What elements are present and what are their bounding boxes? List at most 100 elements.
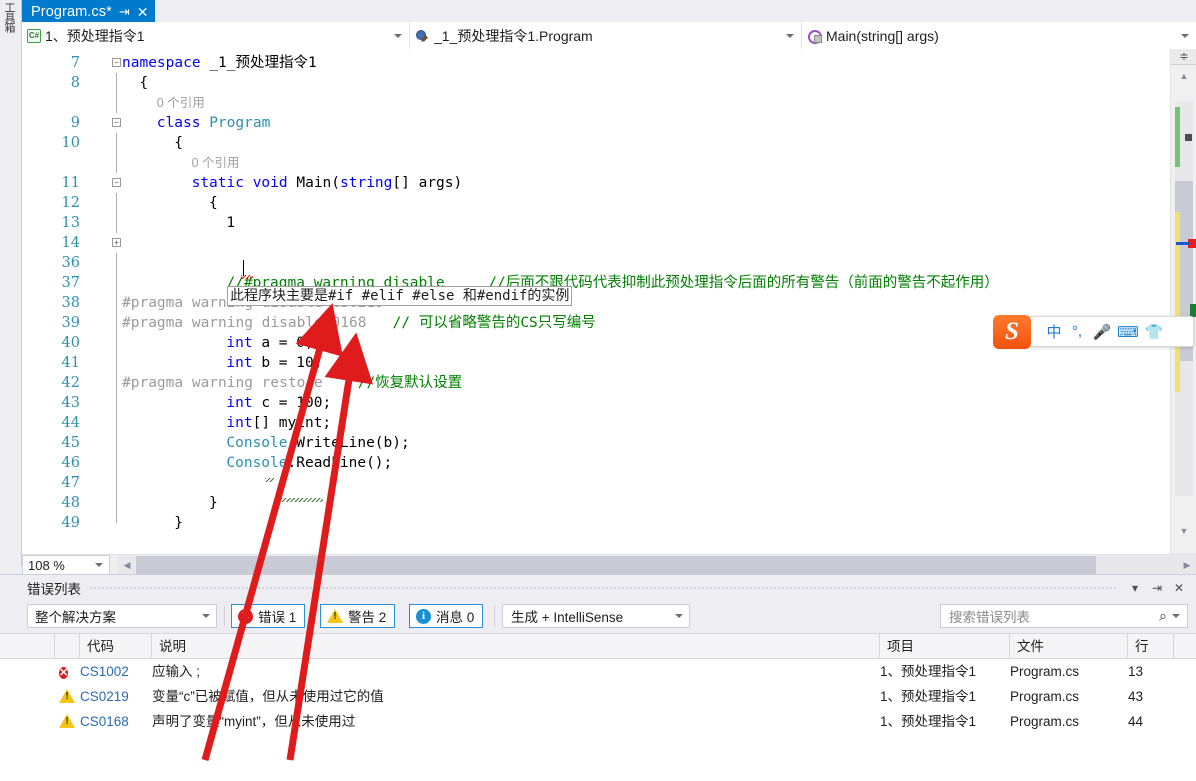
code-line[interactable]: int a = 0; (226, 333, 313, 353)
chevron-down-icon[interactable] (394, 33, 402, 38)
line-number: 43 (61, 395, 80, 411)
toolbox-strip[interactable]: 工具箱 (0, 0, 22, 566)
scope-filter-dropdown[interactable]: 整个解决方案 (27, 604, 217, 628)
chevron-down-icon[interactable] (786, 33, 794, 38)
code-line[interactable]: 0 个引用 (192, 153, 240, 173)
code-line[interactable]: { (209, 193, 218, 213)
info-icon: i (416, 608, 431, 624)
chevron-down-icon[interactable] (675, 614, 683, 618)
build-filter-dropdown[interactable]: 生成 + IntelliSense (502, 604, 690, 628)
cell-description: 应输入 ; (152, 664, 201, 679)
editor-split-handle[interactable]: ≑ (1171, 49, 1196, 65)
nav-member-dropdown[interactable]: Main(string[] args) (802, 22, 1196, 49)
pin-icon[interactable]: ⇥ (119, 5, 130, 18)
table-row[interactable]: ✕ CS1002 应输入 ; 1、预处理指令1 Program.cs 13 (0, 659, 1196, 684)
errors-toggle-button[interactable]: ✕ 错误 1 (231, 604, 306, 628)
outlining-guide (116, 333, 117, 353)
error-list-column-headers: 代码 说明 项目 文件行 (0, 634, 1196, 659)
collapsed-region-box[interactable]: 此程序块主要是#if #elif #else 和#endif的实例 (227, 286, 573, 306)
code-line[interactable]: 0 个引用 (157, 93, 205, 113)
search-icon[interactable]: ⌕ (1159, 608, 1167, 625)
column-header[interactable]: 说明 (152, 634, 880, 659)
error-list-panel: 错误列表 ▾ ⇥ ✕ 整个解决方案 ✕ 错误 1 警告 2 i 消息 0 (0, 574, 1196, 781)
code-line[interactable]: } (174, 513, 183, 533)
column-header[interactable]: 项目 (880, 634, 1010, 659)
code-line[interactable]: 1 (226, 213, 235, 233)
code-token: 0 个引用 (191, 156, 240, 170)
panel-menu-icon[interactable]: ▾ (1124, 577, 1146, 599)
column-header[interactable]: 代码 (80, 634, 152, 659)
collapse-icon[interactable]: − (112, 178, 121, 187)
code-line[interactable]: static void Main(string[] args) (192, 173, 463, 193)
code-line[interactable]: namespace _1_预处理指令1 (122, 53, 317, 73)
ime-punctuation-mode[interactable]: °, (1065, 323, 1089, 340)
ime-language-mode[interactable]: 中 (1043, 321, 1065, 342)
scroll-right-button[interactable]: ▶ (1178, 556, 1196, 574)
code-token: c = (252, 395, 297, 411)
chevron-down-icon[interactable] (95, 563, 103, 567)
table-row[interactable]: CS0219 变量“c”已被赋值，但从未使用过它的值 1、预处理指令1 Program… (0, 684, 1196, 709)
outlining-guide (116, 153, 117, 173)
code-token: string (340, 175, 393, 191)
cell-code: CS0219 (80, 689, 129, 704)
toolbox-label: 工具箱 (3, 2, 15, 32)
tab-program-cs[interactable]: Program.cs* ⇥ ✕ (22, 0, 155, 22)
messages-toggle-button[interactable]: i 消息 0 (409, 604, 484, 628)
collapse-icon[interactable]: − (112, 58, 121, 67)
column-header[interactable] (28, 634, 55, 659)
collapse-icon[interactable]: − (112, 118, 121, 127)
error-list-grid[interactable]: 代码 说明 项目 文件行 ✕ CS1002 应输入 ; 1、预处理指令1 Program.cs… (0, 633, 1196, 781)
column-header[interactable] (55, 634, 80, 659)
code-line[interactable]: int c = 100; (226, 393, 331, 413)
search-error-list-box[interactable]: 搜索错误列表 ⌕ (940, 604, 1188, 628)
warnings-toggle-button[interactable]: 警告 2 (320, 604, 396, 628)
error-squiggle (241, 275, 253, 279)
code-line[interactable]: int b = 10; (226, 353, 322, 373)
code-line[interactable]: int[] myint; (226, 413, 331, 433)
nav-project-dropdown[interactable]: C# 1、预处理指令1 (22, 22, 410, 49)
chevron-down-icon[interactable] (1181, 33, 1189, 38)
code-line[interactable]: Console.WriteLine(b); (226, 433, 409, 453)
chevron-down-icon[interactable] (1172, 614, 1180, 618)
close-icon[interactable]: ✕ (1168, 577, 1190, 599)
code-token: Console (226, 455, 288, 471)
code-line[interactable]: #pragma warning disable 0168 // 可以省略警告的C… (122, 313, 596, 333)
sogou-logo-icon[interactable]: S (993, 315, 1031, 349)
code-token: Console (226, 435, 288, 451)
column-header[interactable]: 文件 (1010, 634, 1128, 659)
code-token: #pragma warning disable 0168 (122, 315, 367, 331)
chevron-down-icon[interactable] (202, 614, 210, 618)
code-line[interactable]: { (139, 73, 148, 93)
scroll-left-button[interactable]: ◀ (118, 556, 136, 574)
code-editor[interactable]: 7− namespace _1_预处理指令1 8{0 个引用 9− class Prog… (22, 49, 1196, 554)
code-lines[interactable]: 7− namespace _1_预处理指令1 8{0 个引用 9− class Prog… (22, 49, 1170, 554)
pin-icon[interactable]: ⇥ (1146, 577, 1168, 599)
error-list-rows[interactable]: ✕ CS1002 应输入 ; 1、预处理指令1 Program.cs 13 CS0219 变量… (0, 659, 1196, 734)
code-line[interactable]: } (209, 493, 218, 513)
horizontal-scrollbar-thumb[interactable] (136, 556, 1096, 574)
close-icon[interactable]: ✕ (137, 5, 149, 19)
expand-icon[interactable]: + (112, 238, 121, 247)
sogou-ime-toolbar[interactable]: S 中 °, 🎤 ⌨ 👕 (993, 315, 1194, 349)
cell-code: CS0168 (80, 714, 129, 729)
method-icon (807, 29, 822, 44)
scroll-down-button[interactable]: ▼ (1171, 522, 1196, 540)
nav-type-dropdown[interactable]: _1_预处理指令1.Program (410, 22, 802, 49)
microphone-icon[interactable]: 🎤 (1089, 323, 1115, 341)
line-number: 7 (70, 55, 80, 71)
keyboard-icon[interactable]: ⌨ (1115, 323, 1141, 341)
code-line[interactable]: #pragma warning restore //恢复默认设置 (122, 373, 462, 393)
column-header[interactable]: 行 (1128, 634, 1174, 659)
line-number: 48 (61, 495, 80, 511)
scroll-up-button[interactable]: ▲ (1171, 67, 1196, 85)
code-line[interactable]: class Program (157, 113, 271, 133)
line-number: 42 (61, 375, 80, 391)
editor-vertical-scrollbar[interactable]: ≑ ▲ ▼ (1170, 49, 1196, 554)
table-row[interactable]: CS0168 声明了变量“myint”，但从未使用过 1、预处理指令1 Program… (0, 709, 1196, 734)
skin-icon[interactable]: 👕 (1141, 323, 1167, 341)
line-number: 41 (61, 355, 80, 371)
code-line[interactable]: { (174, 133, 183, 153)
zoom-level-dropdown[interactable]: 108 % (22, 555, 110, 575)
code-line[interactable]: Console.ReadLine(); (226, 453, 392, 473)
line-number: 11 (61, 175, 80, 191)
